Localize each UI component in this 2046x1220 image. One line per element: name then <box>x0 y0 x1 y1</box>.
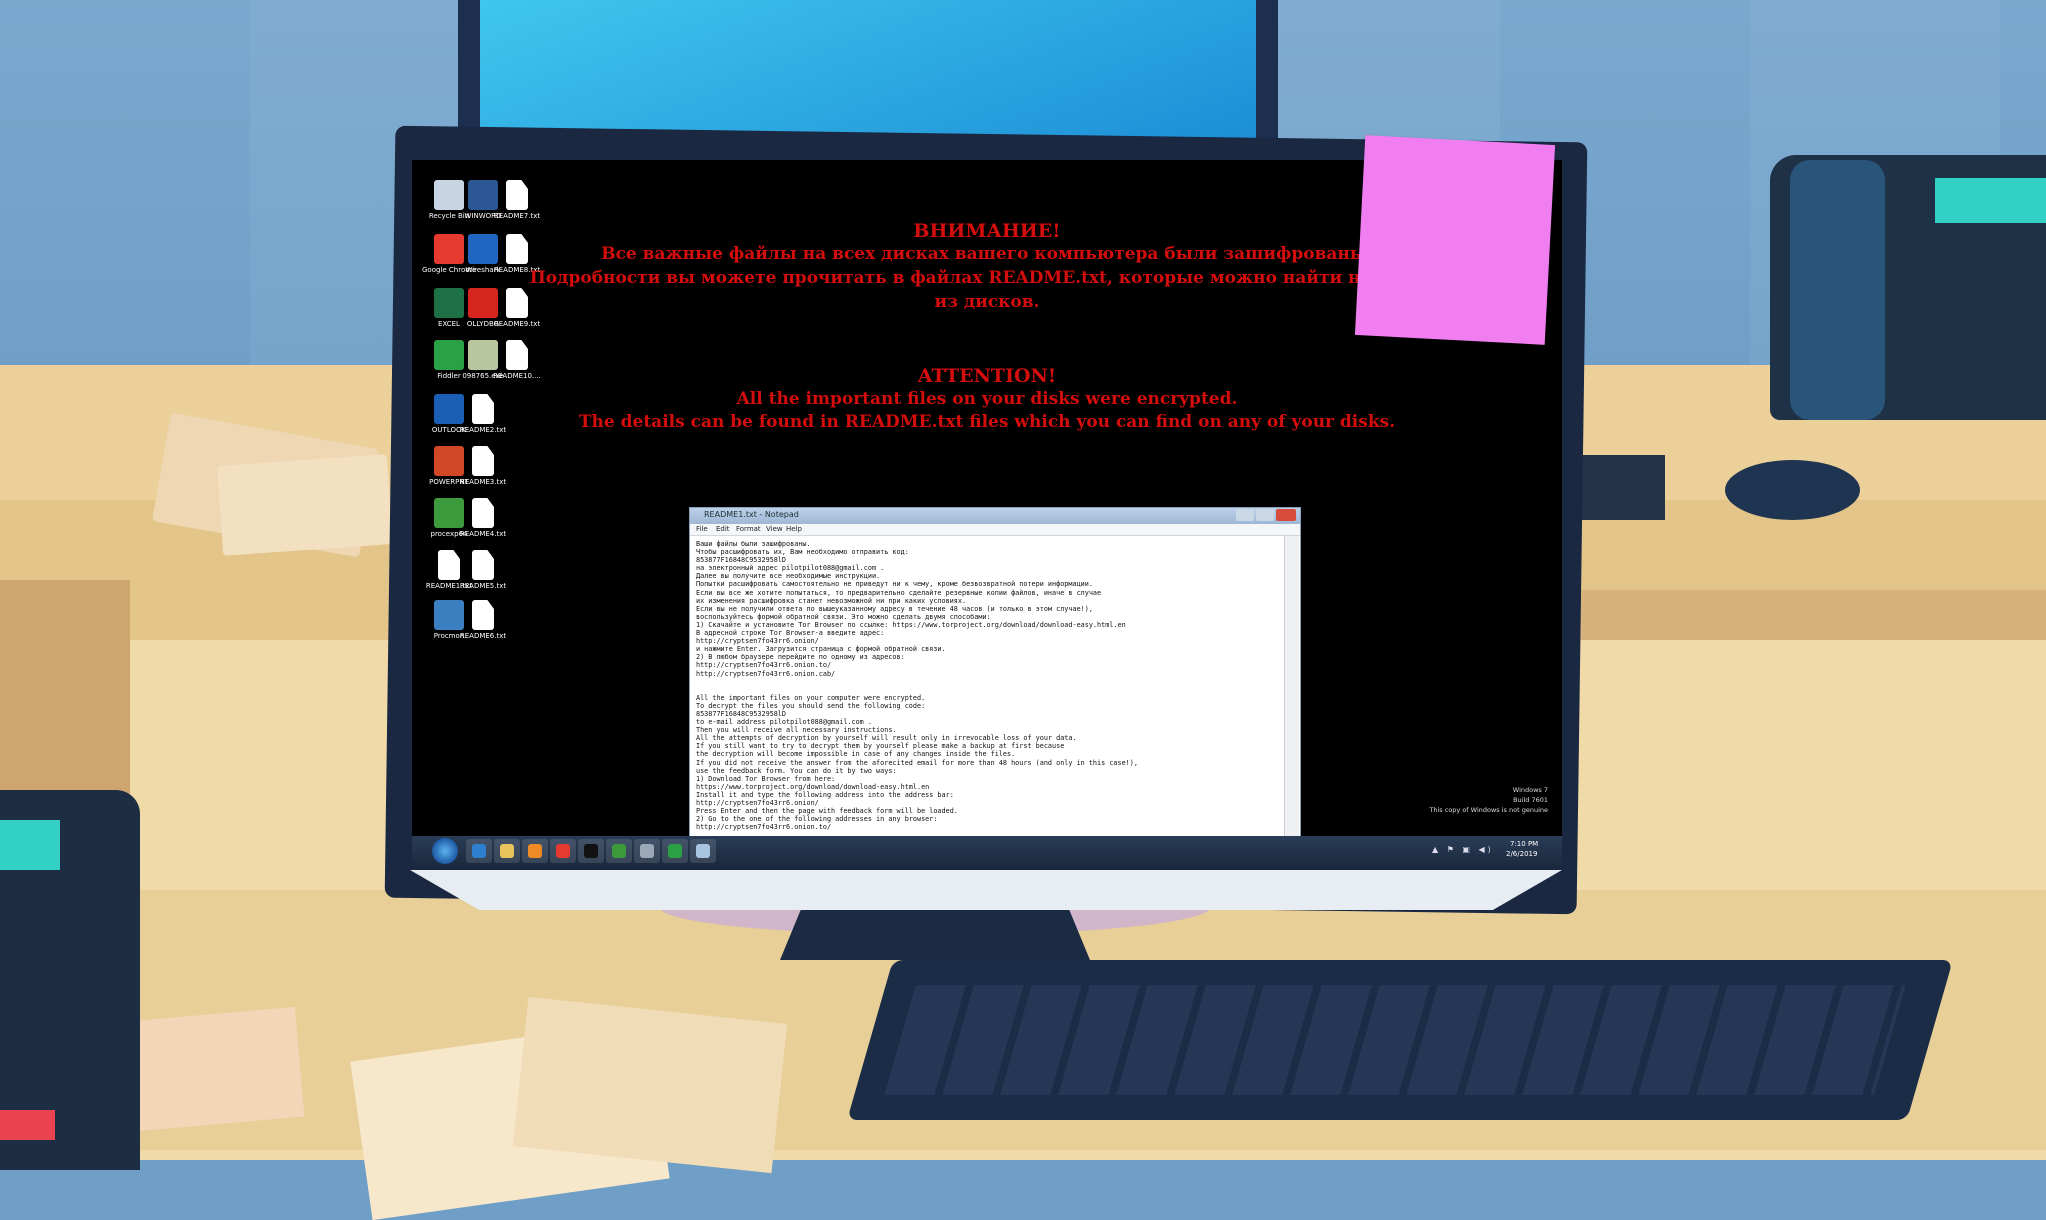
mouse-pad <box>1570 455 1665 520</box>
desktop-icon-label: README9.txt <box>493 320 541 328</box>
taskbar-button[interactable] <box>578 839 604 863</box>
text-file-icon <box>506 180 528 210</box>
clock-date[interactable]: 2/6/2019 <box>1506 850 1537 858</box>
minimize-button[interactable] <box>1236 509 1254 521</box>
ransom-line-en-1: All the important files on your disks we… <box>736 389 1238 409</box>
desktop-icon[interactable]: README4.txt <box>456 498 510 538</box>
close-button[interactable] <box>1276 509 1296 521</box>
ransom-heading-en: ATTENTION! <box>917 365 1057 387</box>
taskbar-button[interactable] <box>466 839 492 863</box>
taskbar-button[interactable] <box>522 839 548 863</box>
desktop-icon[interactable]: README3.txt <box>456 446 510 486</box>
menu-view[interactable]: View <box>766 525 783 533</box>
taskbar-button[interactable] <box>606 839 632 863</box>
ransom-line-en-2: The details can be found in README.txt f… <box>578 412 1396 432</box>
desk-paper <box>217 454 393 556</box>
ie-icon <box>472 844 486 858</box>
desktop-icon-label: README7.txt <box>493 212 541 220</box>
files-icon <box>640 844 654 858</box>
taskbar-button[interactable] <box>634 839 660 863</box>
menu-file[interactable]: File <box>696 525 708 533</box>
sticky-note <box>1354 135 1556 345</box>
desktop-icon[interactable]: README5.txt <box>456 550 510 590</box>
start-button[interactable] <box>432 838 458 864</box>
computer-mouse <box>1725 460 1860 520</box>
desk-paper <box>512 996 788 1174</box>
taskbar-button[interactable] <box>690 839 716 863</box>
watermark-build: Build 7601 <box>1513 796 1548 804</box>
taskbar-button[interactable] <box>494 839 520 863</box>
notepad-scrollbar[interactable] <box>1284 536 1299 866</box>
phone-screen-left <box>0 820 60 870</box>
text-file-icon <box>472 600 494 630</box>
phone-button-left <box>0 1110 55 1140</box>
text-file-icon <box>472 446 494 476</box>
desktop-icon-label: README4.txt <box>459 530 507 538</box>
taskbar: ▲ ⚑ ▣ ◀) 7:10 PM 2/6/2019 <box>412 836 1562 866</box>
watermark-genuine: This copy of Windows is not genuine <box>1429 806 1548 814</box>
text-file-icon <box>472 550 494 580</box>
taskbar-button[interactable] <box>662 839 688 863</box>
phone-screen-right <box>1935 178 2046 223</box>
notepad-titlebar[interactable]: README1.txt - Notepad <box>690 508 1300 524</box>
procexp-icon <box>612 844 626 858</box>
clock-time[interactable]: 7:10 PM <box>1510 840 1538 848</box>
monitor-chin <box>410 870 1562 910</box>
notepad-title: README1.txt - Notepad <box>704 510 799 519</box>
chrome-icon <box>556 844 570 858</box>
desktop-icon[interactable]: README7.txt <box>490 180 544 220</box>
maximize-button[interactable] <box>1256 509 1274 521</box>
taskbar-button[interactable] <box>550 839 576 863</box>
media-player-icon <box>528 844 542 858</box>
desktop-icon-label: README5.txt <box>459 582 507 590</box>
notepad-icon <box>696 844 710 858</box>
explorer-icon <box>500 844 514 858</box>
phone-handset-right <box>1790 160 1885 420</box>
desktop-icon-label: README3.txt <box>459 478 507 486</box>
desktop-icon-label: README6.txt <box>459 632 507 640</box>
menu-edit[interactable]: Edit <box>716 525 730 533</box>
cmd-icon <box>584 844 598 858</box>
menu-help[interactable]: Help <box>786 525 802 533</box>
notepad-text-area[interactable]: Ваши файлы были зашифрованы. Чтобы расши… <box>696 540 1281 866</box>
notepad-menubar: File Edit Format View Help <box>690 524 1300 536</box>
notepad-window[interactable]: README1.txt - Notepad File Edit Format V… <box>690 508 1300 866</box>
text-file-icon <box>472 498 494 528</box>
system-tray-icons[interactable]: ▲ ⚑ ▣ ◀) <box>1432 845 1494 854</box>
menu-format[interactable]: Format <box>736 525 761 533</box>
watermark-windows: Windows 7 <box>1512 786 1548 794</box>
background-monitor-screen <box>480 0 1256 140</box>
fiddler-icon <box>668 844 682 858</box>
desktop-icon[interactable]: README6.txt <box>456 600 510 640</box>
keyboard-keys <box>884 985 1906 1095</box>
